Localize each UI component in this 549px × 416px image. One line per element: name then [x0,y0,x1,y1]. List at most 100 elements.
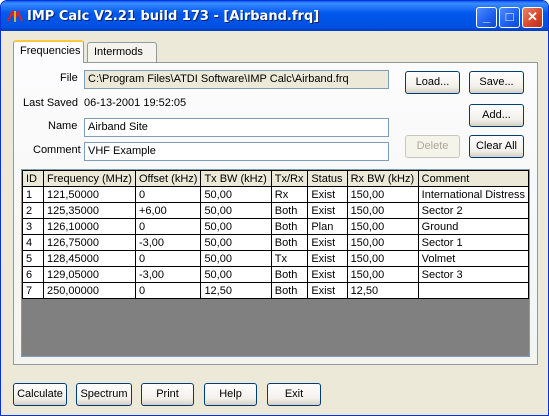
cell-status: Plan [307,218,348,235]
table-row[interactable]: 2 125,35000 +6,00 50,00 Both Exist 150,0… [22,202,529,219]
cell-id: 3 [22,218,44,235]
table-row[interactable]: 6 129,05000 -3,00 50,00 Both Exist 150,0… [22,266,529,283]
cell-rx-bw: 150,00 [346,250,419,267]
column-header-id[interactable]: ID [22,170,44,187]
column-header-offset[interactable]: Offset (kHz) [134,170,202,187]
cell-tx-bw: 50,00 [200,250,272,267]
column-header-rx-bw[interactable]: Rx BW (kHz) [346,170,419,187]
maximize-icon: □ [505,9,514,24]
antenna-icon [7,9,23,22]
cell-tx-bw: 50,00 [200,202,272,219]
cell-frequency: 126,75000 [42,234,136,251]
comment-label: Comment [33,144,81,156]
print-button[interactable]: Print [141,383,194,406]
add-button[interactable]: Add... [469,104,524,127]
column-header-status[interactable]: Status [307,170,348,187]
tab-intermods-label: Intermods [94,46,143,58]
last-saved-value: 06-13-2001 19:52:05 [84,97,187,109]
name-input[interactable]: Airband Site [84,118,389,137]
column-header-comment[interactable]: Comment [417,170,529,187]
cell-status: Exist [307,282,348,299]
cell-comment: Ground [417,218,529,235]
app-window: IMP Calc V2.21 build 173 - [Airband.frq]… [0,0,549,416]
cell-status: Exist [307,250,348,267]
tab-frequencies[interactable]: Frequencies [13,40,84,63]
table-header-row: ID Frequency (MHz) Offset (kHz) Tx BW (k… [22,170,529,187]
cell-tx-bw: 12,50 [200,282,272,299]
cell-tx-rx: Rx [270,186,309,203]
cell-tx-rx: Both [270,234,309,251]
cell-status: Exist [307,266,348,283]
cell-frequency: 128,45000 [42,250,136,267]
cell-comment: Sector 1 [417,234,529,251]
close-button[interactable]: ✕ [522,7,543,28]
cell-comment: Volmet [417,250,529,267]
cell-rx-bw: 150,00 [346,202,419,219]
minimize-button[interactable]: _ [476,7,497,28]
clear-all-button[interactable]: Clear All [469,135,524,158]
exit-button[interactable]: Exit [267,383,321,406]
name-label: Name [48,120,78,132]
help-button[interactable]: Help [204,383,257,406]
title-bar[interactable]: IMP Calc V2.21 build 173 - [Airband.frq]… [1,1,548,31]
cell-offset: 0 [134,186,202,203]
cell-id: 5 [22,250,44,267]
cell-tx-rx: Tx [270,250,309,267]
cell-id: 1 [22,186,44,203]
cell-comment [417,282,529,299]
cell-comment: Sector 2 [417,202,529,219]
tab-intermods[interactable]: Intermods [87,42,157,62]
frequency-grid[interactable]: ID Frequency (MHz) Offset (kHz) Tx BW (k… [21,169,530,357]
cell-frequency: 250,00000 [42,282,136,299]
cell-frequency: 126,10000 [42,218,136,235]
tab-frequencies-label: Frequencies [20,45,81,57]
cell-rx-bw: 150,00 [346,266,419,283]
cell-offset: +6,00 [134,202,202,219]
comment-input[interactable]: VHF Example [84,142,389,161]
close-icon: ✕ [527,9,538,24]
column-header-tx-rx[interactable]: Tx/Rx [270,170,309,187]
maximize-button[interactable]: □ [499,7,520,28]
spectrum-button[interactable]: Spectrum [76,383,132,406]
cell-rx-bw: 150,00 [346,218,419,235]
cell-frequency: 129,05000 [42,266,136,283]
table-row[interactable]: 3 126,10000 0 50,00 Both Plan 150,00 Gro… [22,218,529,235]
cell-tx-bw: 50,00 [200,234,272,251]
cell-offset: 0 [134,250,202,267]
table-row[interactable]: 7 250,00000 0 12,50 Both Exist 12,50 [22,282,529,299]
cell-tx-rx: Both [270,282,309,299]
cell-offset: 0 [134,218,202,235]
table-row[interactable]: 5 128,45000 0 50,00 Tx Exist 150,00 Volm… [22,250,529,267]
cell-tx-bw: 50,00 [200,186,272,203]
cell-rx-bw: 12,50 [346,282,419,299]
cell-tx-rx: Both [270,266,309,283]
minimize-icon: _ [482,9,491,24]
cell-status: Exist [307,186,348,203]
cell-offset: 0 [134,282,202,299]
column-header-frequency[interactable]: Frequency (MHz) [42,170,136,187]
cell-offset: -3,00 [134,234,202,251]
table-row[interactable]: 1 121,50000 0 50,00 Rx Exist 150,00 Inte… [22,186,529,203]
save-button[interactable]: Save... [469,71,524,94]
cell-comment: International Distress [417,186,529,203]
cell-tx-bw: 50,00 [200,218,272,235]
cell-status: Exist [307,234,348,251]
table-row[interactable]: 4 126,75000 -3,00 50,00 Both Exist 150,0… [22,234,529,251]
file-label: File [60,72,78,84]
column-header-tx-bw[interactable]: Tx BW (kHz) [200,170,272,187]
calculate-button[interactable]: Calculate [13,383,67,406]
cell-rx-bw: 150,00 [346,234,419,251]
file-path-field: C:\Program Files\ATDI Software\IMP Calc\… [84,70,389,89]
cell-comment: Sector 3 [417,266,529,283]
cell-id: 2 [22,202,44,219]
cell-frequency: 121,50000 [42,186,136,203]
last-saved-label: Last Saved [23,97,79,109]
frequency-table: ID Frequency (MHz) Offset (kHz) Tx BW (k… [22,170,529,299]
cell-tx-rx: Both [270,202,309,219]
cell-rx-bw: 150,00 [346,186,419,203]
cell-id: 6 [22,266,44,283]
delete-button[interactable]: Delete [405,135,460,158]
cell-id: 7 [22,282,44,299]
load-button[interactable]: Load... [405,71,460,94]
cell-tx-bw: 50,00 [200,266,272,283]
